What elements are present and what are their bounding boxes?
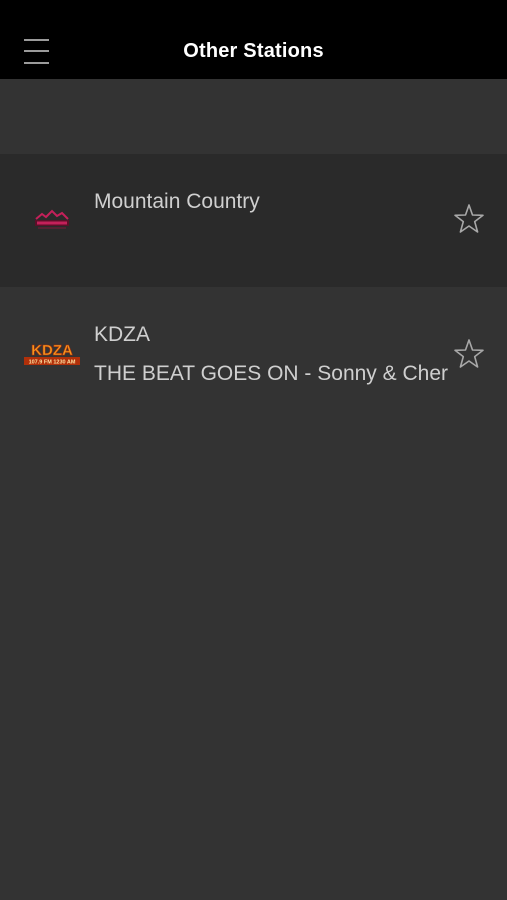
station-row-kdza[interactable]: KDZA 107.9 FM 1230 AM KDZA THE BEAT GOES… — [0, 287, 507, 420]
svg-text:KDZA: KDZA — [31, 342, 73, 359]
kdza-logo: KDZA 107.9 FM 1230 AM — [24, 342, 80, 366]
station-name: Mountain Country — [94, 190, 260, 213]
svg-text:107.9 FM 1230 AM: 107.9 FM 1230 AM — [29, 360, 76, 366]
star-outline-icon[interactable] — [452, 202, 486, 236]
station-row-mountain-country[interactable]: Mountain Country — [0, 154, 507, 287]
star-outline-icon[interactable] — [452, 337, 486, 371]
now-playing-text: THE BEAT GOES ON - Sonny & Cher — [94, 362, 448, 385]
mountain-country-logo — [35, 209, 69, 229]
station-name: KDZA — [94, 323, 151, 346]
top-navigation-bar: Other Stations — [0, 0, 507, 79]
page-title: Other Stations — [183, 40, 324, 62]
list-top-spacer — [0, 79, 507, 154]
